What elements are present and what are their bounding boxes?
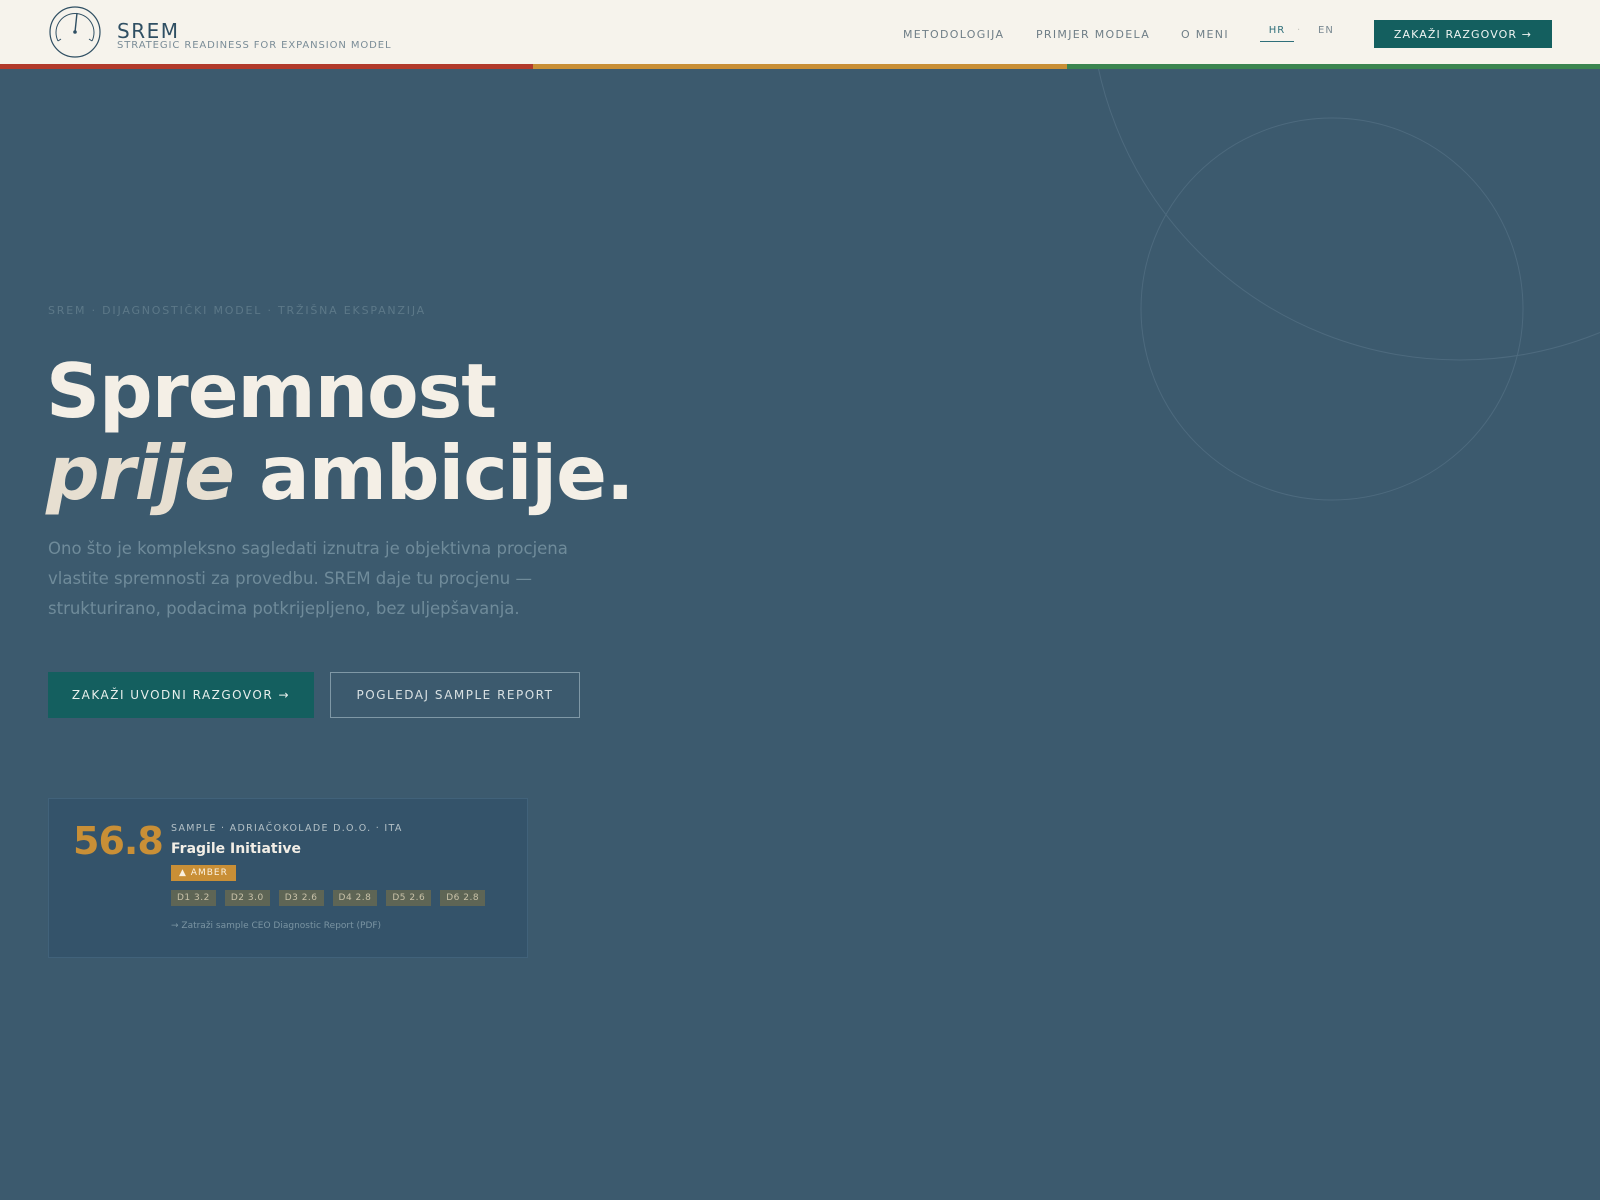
dimension-tag: D4 2.8 [332,890,378,906]
dimension-scores: D1 3.2 D2 3.0 D3 2.6 D4 2.8 D5 2.6 D6 2.… [171,890,486,906]
site-header: SREM STRATEGIC READINESS FOR EXPANSION M… [0,0,1600,64]
card-meta: SAMPLE · ADRIAČOKOLADE D.O.O. · ITA [171,823,403,834]
header-cta-button[interactable]: ZAKAŽI RAZGOVOR → [1374,20,1552,48]
headline-rest: ambicije. [259,429,634,517]
sample-report-button[interactable]: POGLEDAJ SAMPLE REPORT [330,672,580,718]
nav-link-metodologija[interactable]: METODOLOGIJA [903,28,1004,41]
language-hr[interactable]: HR [1260,25,1294,42]
hero-eyebrow: SREM · DIJAGNOSTIČKI MODEL · TRŽIŠNA EKS… [48,304,426,317]
headline-emphasis: prije [46,429,235,517]
accent-bar-red [0,64,533,69]
dimension-tag: D2 3.0 [224,890,270,906]
hero-headline: Spremnost prije ambicije. [46,347,634,517]
hero-lead-text: Ono što je kompleksno sagledati iznutra … [48,539,568,618]
status-badge: ▲ AMBER [171,865,236,881]
nav-link-primjer-modela[interactable]: PRIMJER MODELA [1036,28,1150,41]
dimension-tag: D3 2.6 [278,890,324,906]
sample-report-card: 56.8 SAMPLE · ADRIAČOKOLADE D.O.O. · ITA… [48,798,528,958]
headline-line1: Spremnost [46,347,497,435]
dimension-tag: D6 2.8 [440,890,486,906]
card-title: Fragile Initiative [171,841,302,857]
primary-cta-button[interactable]: ZAKAŽI UVODNI RAZGOVOR → [48,672,314,718]
accent-bar-green [1067,64,1600,69]
request-report-link[interactable]: → Zatraži sample CEO Diagnostic Report (… [171,921,381,931]
language-separator: · [1297,25,1301,36]
dimension-tag: D1 3.2 [171,890,216,906]
language-en[interactable]: EN [1318,25,1334,41]
readiness-score: 56.8 [73,819,164,863]
dimension-tag: D5 2.6 [386,890,432,906]
brand-tagline: STRATEGIC READINESS FOR EXPANSION MODEL [117,40,392,51]
accent-bar-amber [533,64,1067,69]
nav-link-o-meni[interactable]: O MENI [1181,28,1229,41]
gauge-logo-icon[interactable] [48,5,102,59]
